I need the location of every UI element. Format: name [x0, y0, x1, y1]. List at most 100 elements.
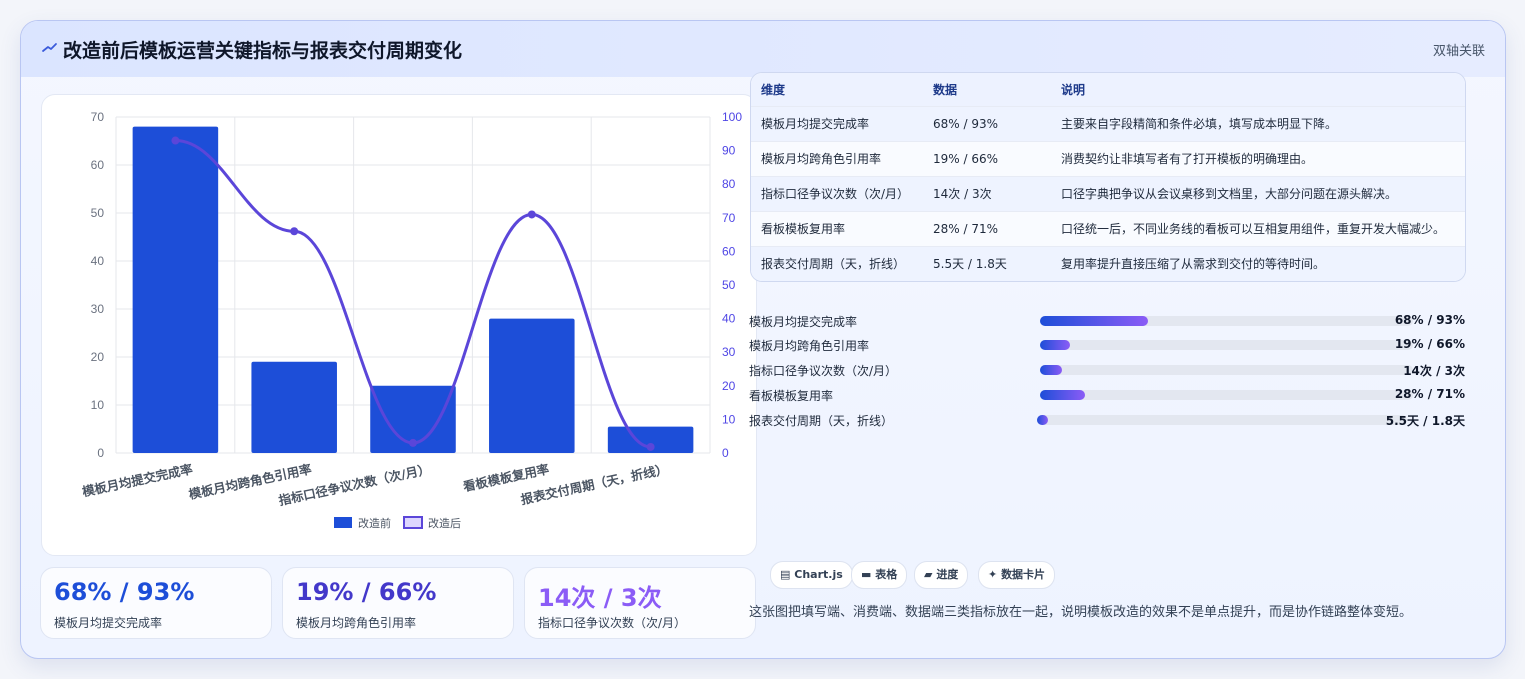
y-left-tick-label: 60 — [91, 158, 105, 172]
progress-row: 模板月均提交完成率 68% / 93% — [749, 312, 1465, 330]
column-header-dimension: 维度 — [761, 82, 786, 97]
y-left-tick-label: 40 — [91, 254, 105, 268]
y-right-tick-label: 70 — [722, 211, 736, 225]
progress-track — [1040, 340, 1413, 350]
bar-before — [251, 361, 337, 453]
table-header-row: 维度 数据 说明 — [751, 73, 1465, 106]
y-left-tick-label: 0 — [97, 446, 104, 460]
progress-value: 14次 / 3次 — [1403, 364, 1465, 378]
chip-data-card: ✦ 数据卡片 — [978, 561, 1056, 589]
y-right-tick-label: 20 — [722, 379, 736, 393]
kpi-value: 68% / 93% — [54, 578, 195, 606]
progress-track — [1040, 316, 1413, 326]
y-right-tick-label: 60 — [722, 244, 736, 258]
y-left-tick-label: 30 — [91, 302, 105, 316]
progress-track — [1037, 415, 1407, 425]
y-left-tick-label: 10 — [91, 398, 105, 412]
column-header-description: 说明 — [1061, 82, 1086, 97]
legend-label-before: 改造前 — [358, 516, 391, 530]
chip-label: Chart.js — [794, 568, 843, 581]
line-point-after — [290, 227, 299, 236]
progress-row: 看板模板复用率 28% / 71% — [749, 386, 1465, 404]
cell-description: 主要来自字段精简和条件必填，填写成本明显下降。 — [1061, 117, 1338, 131]
cell-dimension: 看板模板复用率 — [761, 222, 846, 236]
column-header-data: 数据 — [933, 82, 958, 97]
card-header: 改造前后模板运营关键指标与报表交付周期变化 双轴关联 — [21, 21, 1505, 77]
cell-dimension: 指标口径争议次数（次/月） — [761, 187, 910, 201]
chip-progress: ▰ 进度 — [914, 561, 969, 589]
progress-track — [1040, 365, 1413, 375]
y-left-tick-label: 20 — [91, 350, 105, 364]
progress-label: 指标口径争议次数（次/月） — [749, 364, 898, 378]
y-left-tick-label: 70 — [91, 110, 105, 124]
kpi-card-reference: 19% / 66% 模板月均跨角色引用率 — [282, 567, 514, 639]
kpi-value: 19% / 66% — [296, 578, 437, 606]
kpi-label: 模板月均跨角色引用率 — [296, 616, 417, 630]
kpi-label: 指标口径争议次数（次/月） — [538, 616, 687, 630]
cell-data: 28% / 71% — [933, 221, 999, 236]
progress-value: 19% / 66% — [1394, 337, 1465, 351]
cell-description: 消费契约让非填写者有了打开模板的明确理由。 — [1061, 152, 1314, 166]
metrics-table: 维度 数据 说明 模板月均提交完成率 68% / 93% 主要来自字段精简和条件… — [750, 72, 1466, 282]
legend-swatch-before — [334, 517, 352, 528]
progress-fill — [1040, 365, 1063, 375]
progress-label: 看板模板复用率 — [749, 389, 834, 403]
cell-data: 14次 / 3次 — [933, 187, 992, 201]
kpi-card-disputes: 14次 / 3次 指标口径争议次数（次/月） — [524, 567, 756, 639]
progress-fill — [1037, 415, 1049, 425]
table-row: 指标口径争议次数（次/月） 14次 / 3次 口径字典把争议从会议桌移到文档里，… — [751, 176, 1465, 211]
progress-value: 68% / 93% — [1394, 313, 1465, 327]
table-row: 报表交付周期（天，折线） 5.5天 / 1.8天 复用率提升直接压缩了从需求到交… — [751, 246, 1465, 281]
y-left-tick-label: 50 — [91, 206, 105, 220]
line-point-after — [409, 438, 417, 447]
y-right-tick-label: 30 — [722, 345, 736, 359]
kpi-card-completion: 68% / 93% 模板月均提交完成率 — [40, 567, 272, 639]
y-right-tick-label: 10 — [722, 412, 736, 426]
table-row: 模板月均提交完成率 68% / 93% 主要来自字段精简和条件必填，填写成本明显… — [751, 106, 1465, 141]
y-right-tick-label: 40 — [722, 312, 736, 326]
page-title: 改造前后模板运营关键指标与报表交付周期变化 — [63, 40, 463, 62]
combo-chart-panel: 0 10 20 30 40 50 60 70 0 10 20 30 40 50 60 70 80 90 100 模板月… — [41, 94, 757, 556]
cell-data: 68% / 93% — [933, 116, 999, 131]
cell-dimension: 模板月均提交完成率 — [761, 117, 870, 131]
y-right-tick-label: 50 — [722, 278, 736, 292]
line-point-after — [646, 442, 655, 451]
cell-description: 口径统一后，不同业务线的看板可以互相复用组件，重复开发大幅减少。 — [1061, 222, 1446, 236]
chip-label: 表格 — [875, 568, 898, 581]
y-right-tick-label: 0 — [722, 446, 729, 460]
progress-icon: ▰ — [924, 568, 933, 581]
cell-description: 复用率提升直接压缩了从需求到交付的等待时间。 — [1061, 257, 1326, 272]
progress-label: 报表交付周期（天，折线） — [749, 414, 894, 428]
bar-before — [489, 318, 575, 453]
table-row: 模板月均跨角色引用率 19% / 66% 消费契约让非填写者有了打开模板的明确理… — [751, 141, 1465, 176]
trend-icon — [42, 43, 57, 52]
legend-swatch-after — [403, 516, 423, 529]
cell-description: 口径字典把争议从会议桌移到文档里，大部分问题在源头解决。 — [1061, 187, 1398, 201]
chip-label: 进度 — [936, 568, 959, 581]
table-icon: ▬ — [861, 568, 872, 581]
chip-label: 数据卡片 — [1001, 568, 1046, 581]
progress-row: 报表交付周期（天，折线） 5.5天 / 1.8天 — [749, 411, 1465, 429]
bar-before — [132, 126, 219, 453]
progress-label: 模板月均提交完成率 — [749, 315, 858, 329]
cell-dimension: 报表交付周期（天，折线） — [761, 257, 906, 272]
progress-track — [1040, 390, 1413, 400]
progress-value: 28% / 71% — [1394, 387, 1465, 401]
chip-table: ▬ 表格 — [851, 561, 908, 589]
progress-label: 模板月均跨角色引用率 — [749, 339, 870, 353]
chip-chartjs: ▤ Chart.js — [770, 561, 853, 589]
line-point-after — [171, 136, 180, 145]
kpi-label: 模板月均提交完成率 — [54, 616, 163, 630]
y-right-tick-label: 100 — [722, 110, 742, 124]
table-row: 看板模板复用率 28% / 71% 口径统一后，不同业务线的看板可以互相复用组件… — [751, 211, 1465, 246]
cell-data: 5.5天 / 1.8天 — [933, 257, 1007, 272]
line-point-after — [527, 210, 536, 219]
progress-value: 5.5天 / 1.8天 — [1385, 414, 1465, 428]
progress-fill — [1040, 390, 1085, 400]
progress-fill — [1040, 316, 1149, 326]
combo-chart: 0 10 20 30 40 50 60 70 0 10 20 30 40 50 60 70 80 90 100 模板月… — [81, 110, 742, 530]
sparkle-icon: ✦ — [988, 568, 998, 581]
dual-axis-badge: 双轴关联 — [1432, 44, 1485, 59]
legend-label-after: 改造后 — [428, 516, 461, 530]
y-right-tick-label: 90 — [722, 144, 736, 158]
